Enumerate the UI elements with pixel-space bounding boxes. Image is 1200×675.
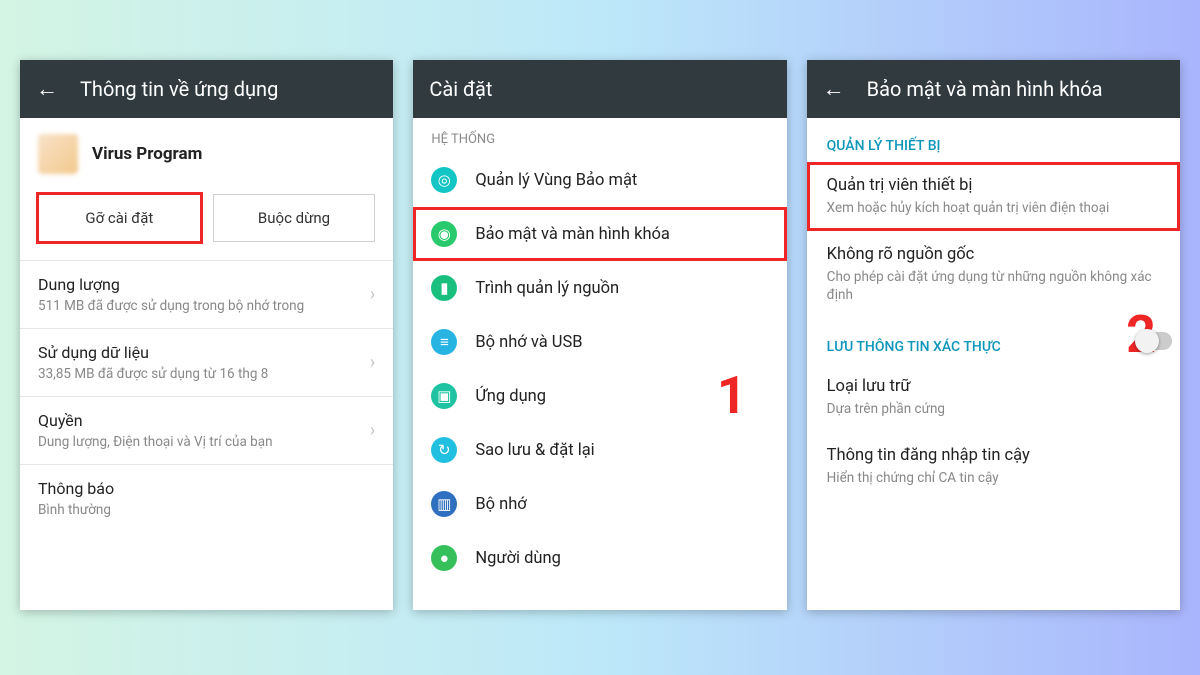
app-icon	[38, 134, 78, 174]
settings-item-label: Bộ nhớ và USB	[475, 333, 582, 352]
item-subtitle: 511 MB đã được sử dụng trong bộ nhớ tron…	[38, 298, 304, 314]
button-row: Gỡ cài đặt Buộc dừng	[20, 184, 393, 260]
battery-icon: ▮	[431, 275, 457, 301]
panel-settings: Cài đặt HỆ THỐNG ◎ Quản lý Vùng Bảo mật …	[413, 60, 786, 610]
back-icon[interactable]: ←	[823, 76, 845, 102]
panel-security: ← Bảo mật và màn hình khóa QUẢN LÝ THIẾT…	[807, 60, 1180, 610]
settings-item-label: Quản lý Vùng Bảo mật	[475, 171, 637, 190]
user-icon: ●	[431, 545, 457, 571]
header: Cài đặt	[413, 60, 786, 118]
panel-app-info: ← Thông tin về ứng dụng Virus Program Gỡ…	[20, 60, 393, 610]
chevron-right-icon: ›	[370, 352, 375, 373]
settings-item-label: Người dùng	[475, 549, 561, 568]
content-area: QUẢN LÝ THIẾT BỊ Quản trị viên thiết bị …	[807, 118, 1180, 610]
app-header: Virus Program	[20, 118, 393, 184]
item-subtitle: Dung lượng, Điện thoại và Vị trí của bạn	[38, 434, 273, 450]
category-credentials: LƯU THÔNG TIN XÁC THỰC	[807, 319, 1180, 363]
lock-icon: ◉	[431, 221, 457, 247]
settings-item-security-zone[interactable]: ◎ Quản lý Vùng Bảo mật	[413, 153, 786, 207]
list-item-permissions[interactable]: Quyền Dung lượng, Điện thoại và Vị trí c…	[20, 396, 393, 464]
back-icon[interactable]: ←	[36, 76, 58, 102]
storage-icon: ≡	[431, 329, 457, 355]
settings-item-label: Bảo mật và màn hình khóa	[475, 225, 670, 244]
settings-item-memory[interactable]: ▥ Bộ nhớ	[413, 477, 786, 531]
item-title: Sử dụng dữ liệu	[38, 343, 268, 362]
item-title: Quyền	[38, 411, 273, 430]
settings-item-label: Bộ nhớ	[475, 495, 526, 514]
item-subtitle: Cho phép cài đặt ứng dụng từ những nguồn…	[827, 268, 1160, 304]
settings-item-storage-usb[interactable]: ≡ Bộ nhớ và USB	[413, 315, 786, 369]
shield-icon: ◎	[431, 167, 457, 193]
memory-icon: ▥	[431, 491, 457, 517]
security-item-trusted-creds[interactable]: Thông tin đăng nhập tin cậy Hiển thị chứ…	[807, 432, 1180, 501]
content-area: Virus Program Gỡ cài đặt Buộc dừng Dung …	[20, 118, 393, 610]
page-title: Thông tin về ứng dụng	[80, 77, 278, 101]
item-title: Quản trị viên thiết bị	[827, 176, 1160, 195]
page-title: Cài đặt	[429, 77, 492, 101]
backup-icon: ↻	[431, 437, 457, 463]
item-title: Thông tin đăng nhập tin cậy	[827, 446, 1160, 465]
item-title: Dung lượng	[38, 275, 304, 294]
item-subtitle: Bình thường	[38, 502, 114, 518]
chevron-right-icon: ›	[370, 284, 375, 305]
app-name: Virus Program	[92, 144, 202, 164]
security-item-unknown-sources[interactable]: Không rõ nguồn gốc Cho phép cài đặt ứng …	[807, 231, 1180, 318]
page-title: Bảo mật và màn hình khóa	[867, 77, 1103, 101]
list-item-data[interactable]: Sử dụng dữ liệu 33,85 MB đã được sử dụng…	[20, 328, 393, 396]
apps-icon: ▣	[431, 383, 457, 409]
unknown-sources-toggle[interactable]	[1138, 332, 1172, 350]
chevron-right-icon: ›	[370, 420, 375, 441]
settings-item-label: Ứng dụng	[475, 387, 546, 406]
step-marker-1: 1	[717, 365, 747, 426]
settings-item-user[interactable]: ● Người dùng	[413, 531, 786, 585]
item-subtitle: Xem hoặc hủy kích hoạt quản trị viên điệ…	[827, 199, 1160, 217]
content-area: HỆ THỐNG ◎ Quản lý Vùng Bảo mật ◉ Bảo mậ…	[413, 118, 786, 610]
settings-item-security-lock[interactable]: ◉ Bảo mật và màn hình khóa	[413, 207, 786, 261]
item-title: Không rõ nguồn gốc	[827, 245, 1160, 264]
settings-item-label: Sao lưu & đặt lại	[475, 441, 594, 460]
item-subtitle: Dựa trên phần cứng	[827, 400, 1160, 418]
uninstall-button[interactable]: Gỡ cài đặt	[38, 194, 201, 242]
header: ← Thông tin về ứng dụng	[20, 60, 393, 118]
list-item-storage[interactable]: Dung lượng 511 MB đã được sử dụng trong …	[20, 260, 393, 328]
section-label: HỆ THỐNG	[413, 118, 786, 153]
item-subtitle: Hiển thị chứng chỉ CA tin cậy	[827, 469, 1160, 487]
item-title: Thông báo	[38, 479, 114, 498]
header: ← Bảo mật và màn hình khóa	[807, 60, 1180, 118]
settings-item-power[interactable]: ▮ Trình quản lý nguồn	[413, 261, 786, 315]
security-item-storage-type[interactable]: Loại lưu trữ Dựa trên phần cứng	[807, 363, 1180, 432]
category-device-admin: QUẢN LÝ THIẾT BỊ	[807, 118, 1180, 162]
security-item-device-admin[interactable]: Quản trị viên thiết bị Xem hoặc hủy kích…	[807, 162, 1180, 231]
settings-item-backup[interactable]: ↻ Sao lưu & đặt lại	[413, 423, 786, 477]
settings-item-label: Trình quản lý nguồn	[475, 279, 619, 298]
force-stop-button[interactable]: Buộc dừng	[213, 194, 376, 242]
list-item-notifications[interactable]: Thông báo Bình thường	[20, 464, 393, 532]
item-title: Loại lưu trữ	[827, 377, 1160, 396]
item-subtitle: 33,85 MB đã được sử dụng từ 16 thg 8	[38, 366, 268, 382]
